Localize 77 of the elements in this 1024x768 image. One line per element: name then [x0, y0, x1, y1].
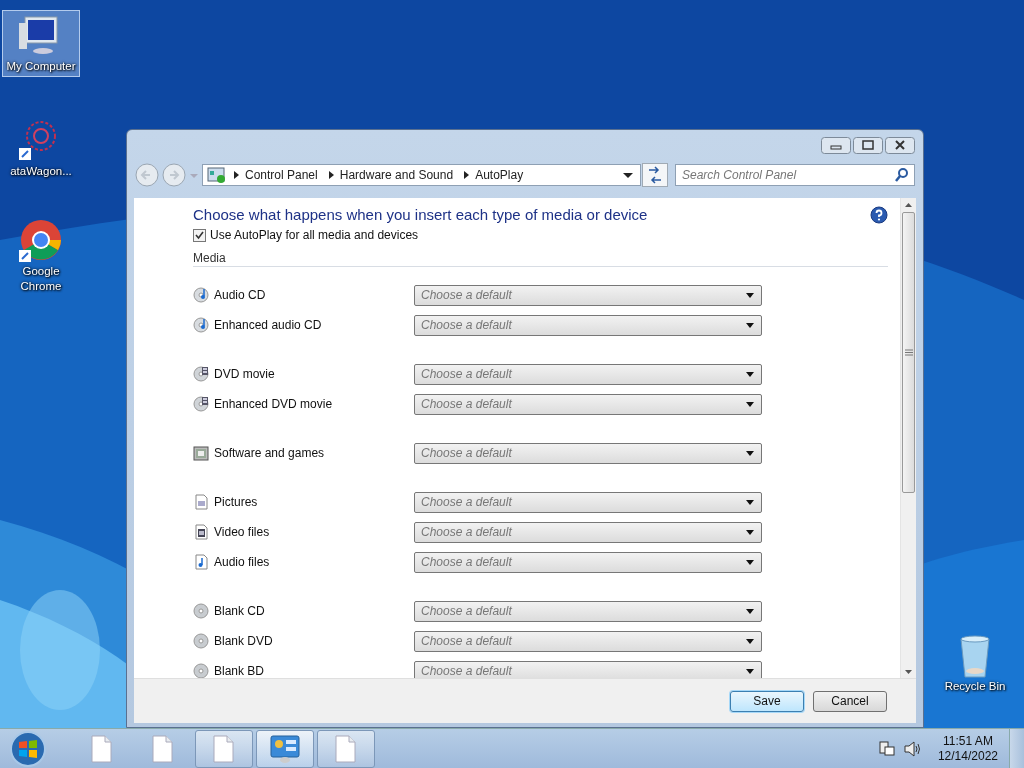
- video-file-icon: [193, 524, 209, 540]
- dropdown-arrow-icon: [745, 321, 755, 329]
- save-button[interactable]: Save: [730, 690, 804, 712]
- film-disc-icon: [193, 366, 209, 382]
- clock-time[interactable]: 11:51 AM: [943, 733, 993, 749]
- dropdown[interactable]: Choose a default: [414, 551, 762, 573]
- minimize-button[interactable]: [821, 137, 851, 154]
- picture-file-icon: [193, 494, 209, 510]
- dropdown[interactable]: Choose a default: [414, 363, 762, 385]
- dropdown[interactable]: Choose a default: [414, 491, 762, 513]
- checkmark-icon: [194, 229, 205, 241]
- page-heading: Choose what happens when you insert each type of media or device: [193, 205, 648, 225]
- dropdown[interactable]: Choose a default: [414, 660, 762, 678]
- film-disc-icon: [193, 396, 209, 412]
- dropdown-arrow-icon: [745, 400, 755, 408]
- media-label: Audio CD: [214, 288, 266, 302]
- scrollbar[interactable]: [900, 198, 916, 678]
- speaker-icon[interactable]: [902, 739, 921, 758]
- dropdown[interactable]: Choose a default: [414, 393, 762, 415]
- desktop-icon[interactable]: Recycle Bin: [936, 630, 1014, 697]
- media-label: Video files: [214, 525, 270, 539]
- dropdown[interactable]: Choose a default: [414, 442, 762, 464]
- taskbar-button[interactable]: [195, 729, 253, 768]
- audio-file-icon: [193, 554, 209, 570]
- desktop-icon[interactable]: Google Chrome: [2, 215, 80, 297]
- start-button[interactable]: [8, 728, 48, 768]
- software-box-icon: [193, 445, 209, 461]
- search-icon[interactable]: [894, 167, 910, 183]
- grip-icon: [904, 349, 913, 356]
- dropdown-arrow-icon: [745, 370, 755, 378]
- checkbox-label[interactable]: Use AutoPlay for all media and devices: [210, 228, 419, 242]
- desktop-icon[interactable]: ataWagon...: [2, 115, 80, 182]
- dropdown-arrow-icon: [745, 637, 755, 645]
- control-panel-icon: [269, 732, 301, 765]
- media-label: DVD movie: [214, 367, 275, 381]
- music-disc-icon: [193, 287, 209, 303]
- dropdown-arrow-icon: [745, 528, 755, 536]
- checkbox[interactable]: [193, 228, 206, 242]
- media-label: Blank BD: [214, 664, 265, 678]
- dropdown-arrow-icon: [745, 558, 755, 566]
- breadcrumb-item[interactable]: AutoPlay: [475, 168, 524, 182]
- refresh-button[interactable]: [642, 163, 668, 187]
- media-label: Software and games: [214, 446, 325, 460]
- breadcrumb-item[interactable]: Control Panel: [245, 168, 318, 182]
- close-button[interactable]: [885, 137, 915, 154]
- dropdown-arrow-icon: [745, 498, 755, 506]
- clock-date[interactable]: 12/14/2022: [937, 748, 998, 764]
- dropdown[interactable]: Choose a default: [414, 521, 762, 543]
- taskbar-button[interactable]: [317, 729, 375, 768]
- dropdown[interactable]: Choose a default: [414, 600, 762, 622]
- desktop-icon[interactable]: My Computer: [2, 10, 80, 77]
- dropdown[interactable]: Choose a default: [414, 630, 762, 652]
- dropdown-arrow-icon: [745, 291, 755, 299]
- dropdown-arrow-icon: [745, 449, 755, 457]
- breadcrumb-item[interactable]: Hardware and Sound: [339, 168, 454, 182]
- media-label: Enhanced DVD movie: [214, 397, 333, 411]
- dropdown[interactable]: Choose a default: [414, 314, 762, 336]
- address-bar[interactable]: Control Panel Hardware and Sound AutoPlay: [202, 164, 641, 186]
- taskbar-button[interactable]: [256, 729, 314, 768]
- scroll-thumb[interactable]: [902, 212, 915, 493]
- section-title: Media: [193, 251, 226, 265]
- media-label: Enhanced audio CD: [214, 318, 322, 332]
- music-disc-icon: [193, 317, 209, 333]
- disc-icon: [193, 603, 209, 619]
- control-panel-icon: [207, 166, 227, 184]
- help-icon[interactable]: [870, 206, 888, 224]
- dropdown[interactable]: Choose a default: [414, 284, 762, 306]
- media-label: Blank CD: [214, 604, 265, 618]
- media-label: Blank DVD: [214, 634, 273, 648]
- dropdown-arrow-icon: [745, 667, 755, 675]
- media-label: Audio files: [214, 555, 270, 569]
- search-field[interactable]: Search Control Panel: [675, 164, 915, 186]
- media-label: Pictures: [214, 495, 258, 509]
- disc-icon: [193, 633, 209, 649]
- dropdown-arrow-icon: [745, 607, 755, 615]
- cancel-button[interactable]: Cancel: [813, 690, 887, 712]
- maximize-button[interactable]: [853, 137, 883, 154]
